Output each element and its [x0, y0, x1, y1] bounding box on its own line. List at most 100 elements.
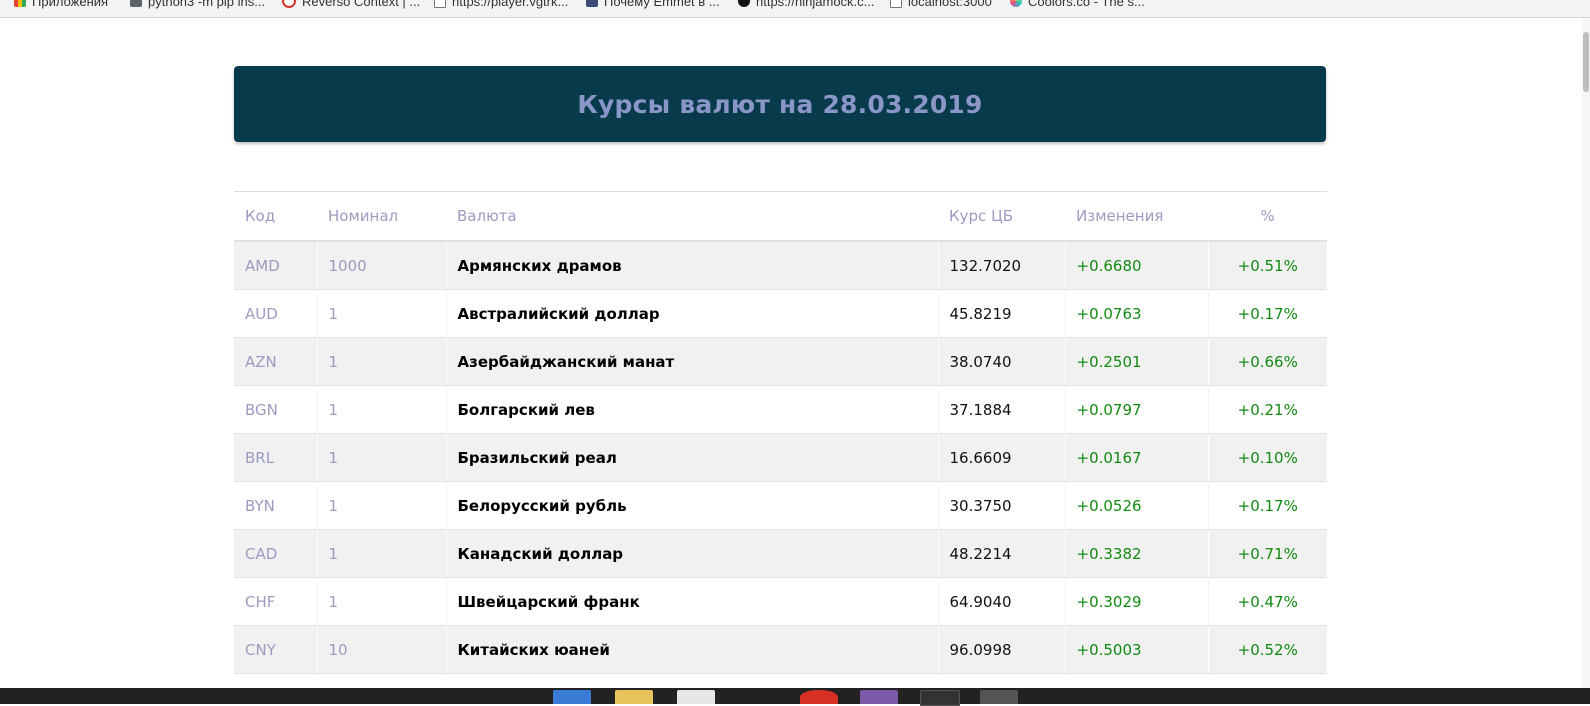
bookmark-label: localhost:3000 — [908, 0, 992, 9]
bookmark-ninjamock[interactable]: https://ninjamock.c... — [738, 0, 875, 11]
cell-percent: +0.71% — [1207, 529, 1327, 578]
cell-code: BGN — [234, 385, 317, 434]
cell-nominal: 1 — [316, 337, 446, 386]
table-row: CHF 1 Швейцарский франк 64.9040 +0.3029 … — [234, 577, 1327, 626]
cell-code: AZN — [234, 337, 317, 386]
cell-code: BRL — [234, 433, 317, 482]
taskbar-app-icon[interactable] — [553, 690, 591, 704]
cell-code: CHF — [234, 577, 317, 626]
cell-percent: +0.17% — [1207, 481, 1327, 530]
bookmark-label: Coolors.co - The s... — [1028, 0, 1145, 9]
bookmark-pip[interactable]: python3 -m pip ins... — [130, 0, 265, 11]
page-icon — [890, 0, 902, 8]
table-row: AUD 1 Австралийский доллар 45.8219 +0.07… — [234, 289, 1327, 338]
table-row: BYN 1 Белорусский рубль 30.3750 +0.0526 … — [234, 481, 1327, 530]
page-title: Курсы валют на 28.03.2019 — [577, 89, 983, 119]
cell-code: AMD — [234, 241, 317, 290]
cell-nominal: 10 — [316, 625, 446, 674]
bookmark-label: Reverso Context | ... — [302, 0, 421, 9]
folder-icon — [130, 0, 142, 7]
cell-nominal: 1 — [316, 529, 446, 578]
cell-currency-name: Швейцарский франк — [445, 577, 938, 626]
taskbar-folder-icon[interactable] — [615, 690, 653, 704]
cell-rate: 16.6609 — [937, 433, 1065, 482]
ninjamock-icon — [738, 0, 750, 7]
column-header-code[interactable]: Код — [234, 191, 317, 242]
cell-nominal: 1 — [316, 385, 446, 434]
cell-nominal: 1 — [316, 481, 446, 530]
bookmark-coolors[interactable]: Coolors.co - The s... — [1010, 0, 1145, 11]
bookmark-vgtrk[interactable]: https://player.vgtrk... — [434, 0, 568, 11]
cell-change: +0.0763 — [1064, 289, 1208, 338]
currency-rates-table: Код Номинал Валюта Курс ЦБ Изменения % A… — [234, 191, 1327, 674]
cell-currency-name: Болгарский лев — [445, 385, 938, 434]
table-row: BRL 1 Бразильский реал 16.6609 +0.0167 +… — [234, 433, 1327, 482]
cell-percent: +0.66% — [1207, 337, 1327, 386]
bookmark-label: https://player.vgtrk... — [452, 0, 569, 9]
cell-rate: 132.7020 — [937, 241, 1065, 290]
table-row: CAD 1 Канадский доллар 48.2214 +0.3382 +… — [234, 529, 1327, 578]
cell-code: CAD — [234, 529, 317, 578]
column-header-change[interactable]: Изменения — [1065, 191, 1208, 242]
bookmark-label: python3 -m pip ins... — [148, 0, 266, 9]
page-scrollbar[interactable] — [1582, 18, 1590, 688]
cell-change: +0.0526 — [1064, 481, 1208, 530]
coolors-icon — [1010, 0, 1022, 7]
bookmark-label: Почему Emmet в ... — [604, 0, 720, 9]
reverso-icon — [282, 0, 296, 8]
cell-change: +0.0167 — [1064, 433, 1208, 482]
bookmark-localhost[interactable]: localhost:3000 — [890, 0, 992, 11]
cell-rate: 45.8219 — [937, 289, 1065, 338]
cell-percent: +0.52% — [1207, 625, 1327, 674]
cell-rate: 38.0740 — [937, 337, 1065, 386]
column-header-percent[interactable]: % — [1208, 191, 1327, 242]
cell-percent: +0.47% — [1207, 577, 1327, 626]
cell-percent: +0.17% — [1207, 289, 1327, 338]
taskbar-app-icon[interactable] — [800, 690, 838, 704]
cell-currency-name: Белорусский рубль — [445, 481, 938, 530]
cell-currency-name: Австралийский доллар — [445, 289, 938, 338]
cell-nominal: 1 — [316, 289, 446, 338]
table-row: AMD 1000 Армянских драмов 132.7020 +0.66… — [234, 241, 1327, 290]
taskbar-app-icon[interactable] — [980, 690, 1018, 704]
table-row: BGN 1 Болгарский лев 37.1884 +0.0797 +0.… — [234, 385, 1327, 434]
cell-code: AUD — [234, 289, 317, 338]
table-header-row: Код Номинал Валюта Курс ЦБ Изменения % — [234, 191, 1327, 242]
cell-percent: +0.51% — [1207, 241, 1327, 290]
cell-code: CNY — [234, 625, 317, 674]
cell-change: +0.2501 — [1064, 337, 1208, 386]
cell-currency-name: Бразильский реал — [445, 433, 938, 482]
column-header-currency[interactable]: Валюта — [446, 191, 938, 242]
scrollbar-thumb[interactable] — [1583, 32, 1589, 92]
page-icon — [434, 0, 446, 8]
page-header: Курсы валют на 28.03.2019 — [234, 66, 1326, 142]
taskbar — [0, 688, 1590, 706]
cell-change: +0.3382 — [1064, 529, 1208, 578]
bookmark-emmet[interactable]: Почему Emmet в ... — [586, 0, 720, 11]
cell-rate: 30.3750 — [937, 481, 1065, 530]
cell-nominal: 1000 — [316, 241, 446, 290]
cell-change: +0.5003 — [1064, 625, 1208, 674]
column-header-nominal[interactable]: Номинал — [317, 191, 446, 242]
bookmark-label: https://ninjamock.c... — [756, 0, 875, 9]
taskbar-app-icon[interactable] — [677, 690, 715, 704]
cell-percent: +0.10% — [1207, 433, 1327, 482]
cell-nominal: 1 — [316, 577, 446, 626]
cell-currency-name: Канадский доллар — [445, 529, 938, 578]
cell-currency-name: Азербайджанский манат — [445, 337, 938, 386]
bookmark-label: Приложения — [32, 0, 109, 9]
apps-icon — [14, 0, 26, 7]
cell-rate: 37.1884 — [937, 385, 1065, 434]
table-row: CNY 10 Китайских юаней 96.0998 +0.5003 +… — [234, 625, 1327, 674]
cell-rate: 64.9040 — [937, 577, 1065, 626]
cell-percent: +0.21% — [1207, 385, 1327, 434]
cell-change: +0.6680 — [1064, 241, 1208, 290]
bookmark-apps[interactable]: Приложения — [14, 0, 108, 11]
cell-rate: 48.2214 — [937, 529, 1065, 578]
taskbar-app-icon[interactable] — [860, 690, 898, 704]
column-header-rate[interactable]: Курс ЦБ — [938, 191, 1065, 242]
cell-change: +0.3029 — [1064, 577, 1208, 626]
table-row: AZN 1 Азербайджанский манат 38.0740 +0.2… — [234, 337, 1327, 386]
facebook-icon — [586, 0, 598, 7]
bookmark-reverso[interactable]: Reverso Context | ... — [282, 0, 420, 11]
